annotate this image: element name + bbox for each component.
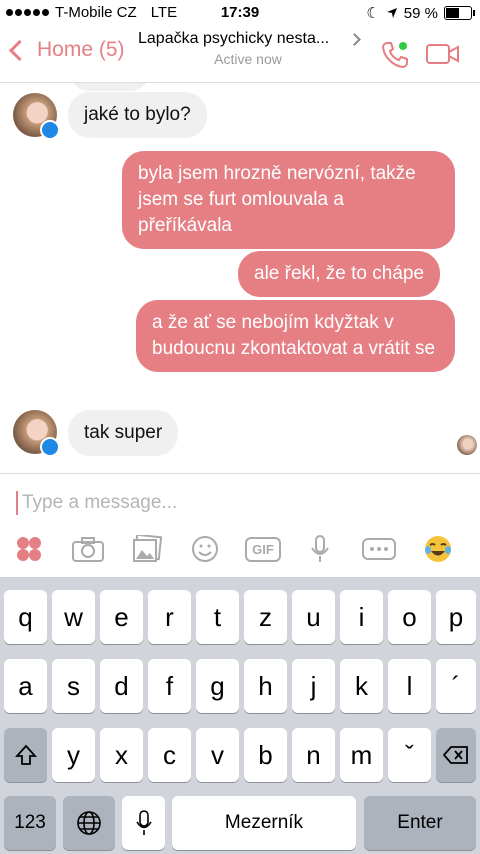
- chevron-left-icon: [8, 39, 31, 61]
- message-list[interactable]: jaké to bylo? byla jsem hrozně nervózní,…: [0, 83, 480, 473]
- conversation-title: Lapačka psychicky nesta...: [138, 30, 330, 47]
- quick-reaction-emoji-icon[interactable]: [422, 534, 454, 564]
- key[interactable]: c: [148, 728, 191, 782]
- moon-icon: ☾: [366, 5, 380, 22]
- seen-receipt-avatar: [457, 435, 477, 455]
- battery-percent: 59 %: [403, 4, 438, 22]
- key[interactable]: w: [52, 590, 95, 644]
- key[interactable]: b: [244, 728, 287, 782]
- gif-label: GIF: [245, 536, 281, 562]
- outgoing-message[interactable]: a že ať se nebojím kdyžtak v budoucnu zk…: [136, 300, 455, 372]
- key[interactable]: u: [292, 590, 335, 644]
- battery-icon: [444, 6, 475, 20]
- messenger-badge-icon: [40, 437, 60, 457]
- incoming-message[interactable]: jaké to bylo?: [68, 92, 207, 138]
- more-options-icon[interactable]: [362, 534, 396, 564]
- stickers-icon[interactable]: [14, 534, 44, 564]
- conversation-title-area[interactable]: Lapačka psychicky nesta... Active now: [138, 30, 358, 67]
- camera-icon[interactable]: [72, 534, 104, 564]
- dictation-key[interactable]: [122, 796, 165, 850]
- space-key[interactable]: Mezerník: [172, 796, 356, 850]
- location-arrow-icon: [386, 8, 397, 18]
- key[interactable]: i: [340, 590, 383, 644]
- photo-gallery-icon[interactable]: [132, 534, 162, 564]
- globe-key[interactable]: [63, 796, 115, 850]
- battery-fill: [446, 8, 460, 18]
- video-call-icon[interactable]: [426, 42, 460, 66]
- outgoing-message[interactable]: byla jsem hrozně nervózní, takže jsem se…: [122, 151, 455, 249]
- key[interactable]: j: [292, 659, 335, 713]
- emoji-icon[interactable]: [190, 534, 220, 564]
- key[interactable]: z: [244, 590, 287, 644]
- key[interactable]: n: [292, 728, 335, 782]
- back-button[interactable]: Home (5): [8, 38, 125, 62]
- key[interactable]: x: [100, 728, 143, 782]
- key[interactable]: m: [340, 728, 383, 782]
- key[interactable]: r: [148, 590, 191, 644]
- backspace-key[interactable]: [436, 728, 476, 782]
- key[interactable]: h: [244, 659, 287, 713]
- numbers-key[interactable]: 123: [4, 796, 56, 850]
- key[interactable]: f: [148, 659, 191, 713]
- key[interactable]: t: [196, 590, 239, 644]
- key[interactable]: ´: [436, 659, 476, 713]
- keyboard: q w e r t z u i o p a s d f g h j k l ´ …: [0, 577, 480, 854]
- message-composer: Type a message... GIF: [0, 473, 480, 578]
- key[interactable]: e: [100, 590, 143, 644]
- composer-toolbar: GIF: [0, 534, 480, 570]
- text-cursor: [16, 491, 18, 515]
- enter-key[interactable]: Enter: [364, 796, 476, 850]
- incoming-bubble-partial: [70, 83, 150, 91]
- key[interactable]: y: [52, 728, 95, 782]
- shift-arrow-icon: [14, 744, 37, 765]
- microphone-icon[interactable]: [308, 534, 332, 564]
- key[interactable]: a: [4, 659, 47, 713]
- active-status: Active now: [214, 51, 282, 67]
- messenger-badge-icon: [40, 120, 60, 140]
- status-bar: T-Mobile CZ LTE 17:39 ☾ 59 %: [0, 0, 480, 26]
- status-right: ☾ 59 %: [366, 4, 475, 22]
- contact-avatar[interactable]: [13, 93, 60, 140]
- phone-call-icon[interactable]: [380, 40, 410, 70]
- conversation-header: Home (5) Lapačka psychicky nesta... Acti…: [0, 26, 480, 83]
- key[interactable]: v: [196, 728, 239, 782]
- contact-avatar[interactable]: [13, 410, 60, 457]
- shift-key[interactable]: [4, 728, 47, 782]
- key[interactable]: s: [52, 659, 95, 713]
- key[interactable]: d: [100, 659, 143, 713]
- globe-icon: [77, 811, 101, 835]
- message-input[interactable]: Type a message...: [22, 492, 177, 514]
- key[interactable]: l: [388, 659, 431, 713]
- microphone-icon: [135, 810, 152, 835]
- key[interactable]: k: [340, 659, 383, 713]
- key[interactable]: q: [4, 590, 47, 644]
- key[interactable]: o: [388, 590, 431, 644]
- backspace-icon: [443, 746, 468, 764]
- outgoing-message[interactable]: ale řekl, že to chápe: [238, 251, 441, 297]
- key[interactable]: ˇ: [388, 728, 431, 782]
- incoming-message[interactable]: tak super: [68, 410, 179, 456]
- gif-icon[interactable]: GIF: [245, 534, 281, 564]
- key[interactable]: p: [436, 590, 476, 644]
- back-label: Home (5): [37, 38, 125, 61]
- key[interactable]: g: [196, 659, 239, 713]
